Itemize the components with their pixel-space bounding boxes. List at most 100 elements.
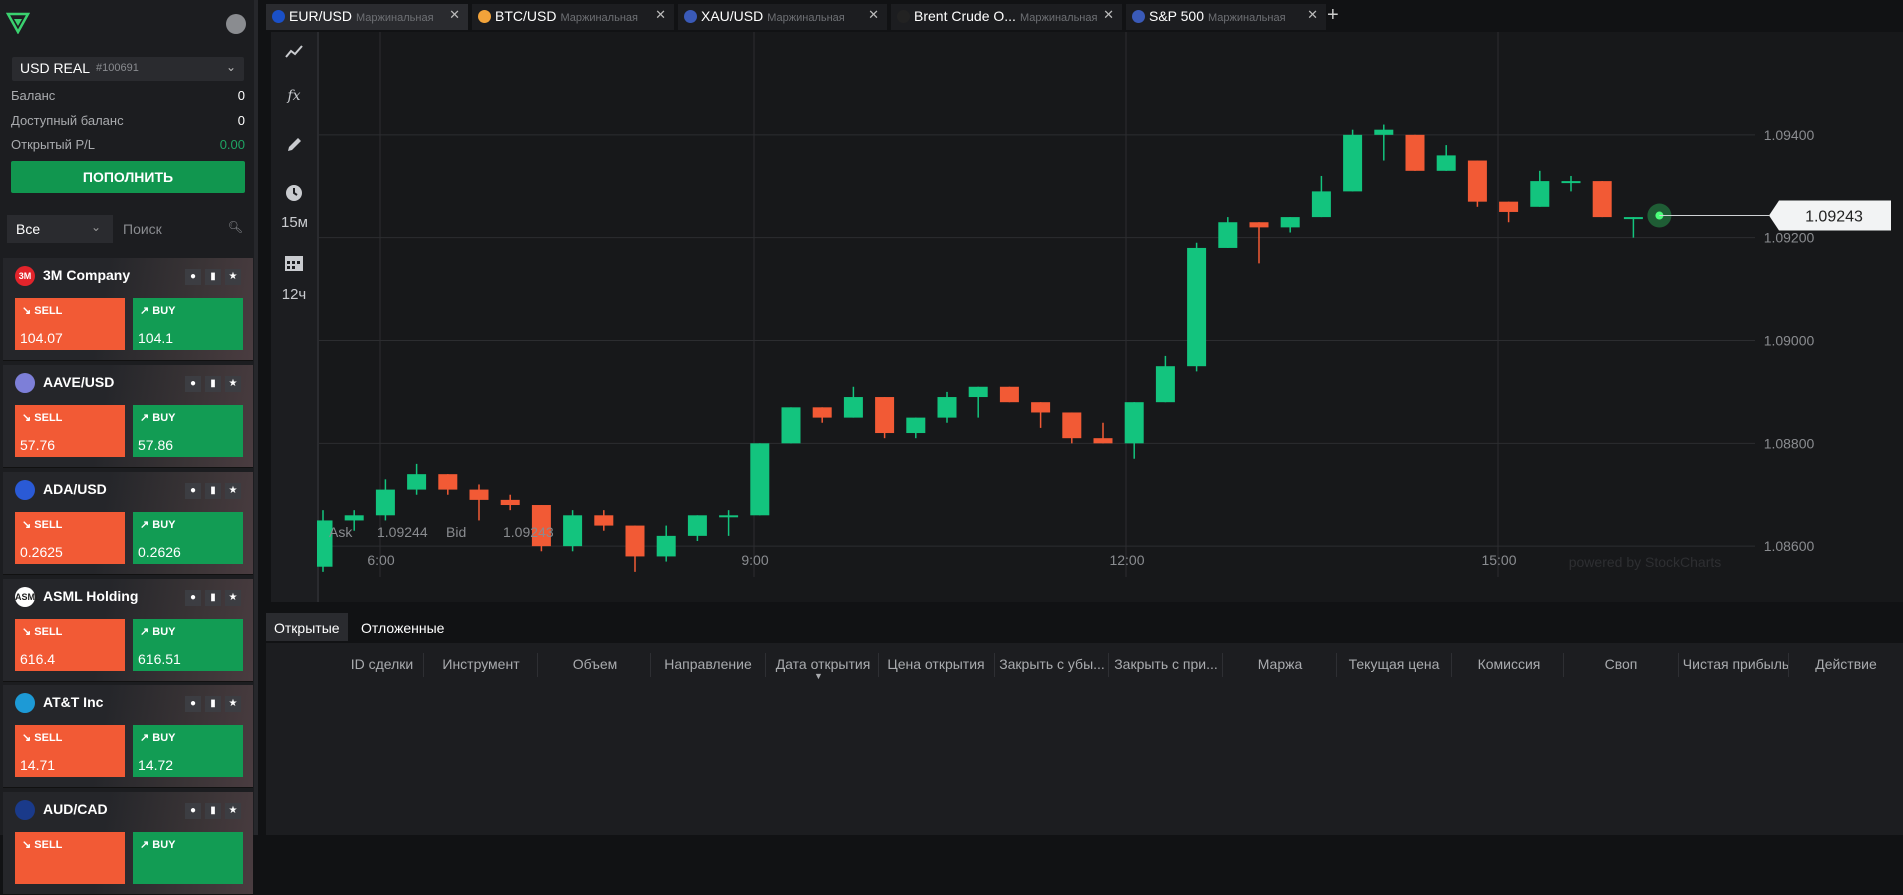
brand-logo-icon[interactable] <box>6 12 30 34</box>
column-header[interactable]: Закрыть с убы... <box>992 656 1112 672</box>
instrument-filter-select[interactable]: Все ⌄ <box>7 215 113 243</box>
buy-button[interactable]: ↗ BUY 616.51 <box>133 619 243 671</box>
column-header[interactable]: Чистая прибыль <box>1676 656 1796 672</box>
buy-button[interactable]: ↗ BUY 14.72 <box>133 725 243 777</box>
instrument-name[interactable]: ADA/USD <box>43 481 107 497</box>
column-header[interactable]: Своп <box>1561 656 1681 672</box>
y-tick-label: 1.08600 <box>1764 538 1815 554</box>
chart-tab[interactable]: BTC/USD Маржинальная ✕ <box>472 4 674 30</box>
star-icon[interactable]: ★ <box>225 376 241 392</box>
search-icon[interactable]: 🔍︎ <box>228 220 243 234</box>
chart-tab[interactable]: S&P 500 Маржинальная ✕ <box>1126 4 1326 30</box>
chart-type-icon[interactable] <box>281 44 307 63</box>
timeframe-15m[interactable]: 15м <box>281 214 308 231</box>
calendar-icon[interactable] <box>281 254 307 275</box>
star-icon[interactable]: ★ <box>225 590 241 606</box>
bar-chart-icon[interactable]: ▮ <box>205 590 221 606</box>
info-icon[interactable]: ● <box>185 590 201 606</box>
buy-button[interactable]: ↗ BUY 57.86 <box>133 405 243 457</box>
instrument-logo-icon <box>15 693 35 713</box>
column-header[interactable]: Цена открытия <box>876 656 996 672</box>
bar-chart-icon[interactable]: ▮ <box>205 803 221 819</box>
column-divider <box>1451 653 1452 677</box>
instrument-name[interactable]: AAVE/USD <box>43 374 114 390</box>
candle-body <box>1592 181 1612 218</box>
info-icon[interactable]: ● <box>185 696 201 712</box>
candle-body <box>625 525 645 557</box>
info-icon[interactable]: ● <box>185 803 201 819</box>
bar-chart-icon[interactable]: ▮ <box>205 269 221 285</box>
bid-label: Bid <box>446 524 466 540</box>
sell-button[interactable]: ↘ SELL 57.76 <box>15 405 125 457</box>
search-input[interactable]: Поиск 🔍︎ <box>117 215 251 243</box>
info-icon[interactable]: ● <box>185 483 201 499</box>
indicators-icon[interactable]: fx <box>281 88 307 104</box>
star-icon[interactable]: ★ <box>225 696 241 712</box>
tab-label: XAU/USD <box>701 8 764 24</box>
close-tab-icon[interactable]: ✕ <box>1103 7 1114 23</box>
column-header[interactable]: Действие <box>1786 656 1903 672</box>
add-tab-icon[interactable]: + <box>1327 4 1339 27</box>
column-header[interactable]: Текущая цена <box>1334 656 1454 672</box>
instrument-card[interactable]: AUD/CAD ● ▮ ★ ↘ SELL ↗ BUY <box>3 792 253 895</box>
instrument-logo-icon <box>15 800 35 820</box>
sell-button[interactable]: ↘ SELL 14.71 <box>15 725 125 777</box>
clock-icon[interactable] <box>281 184 307 205</box>
close-tab-icon[interactable]: ✕ <box>449 7 460 23</box>
sell-button[interactable]: ↘ SELL 0.2625 <box>15 512 125 564</box>
instrument-card[interactable]: AT&T Inc ● ▮ ★ ↘ SELL 14.71 ↗ BUY 14.72 <box>3 685 253 788</box>
bar-chart-icon[interactable]: ▮ <box>205 483 221 499</box>
deposit-button[interactable]: ПОПОЛНИТЬ <box>11 161 245 193</box>
buy-label: ↗ BUY <box>140 411 176 424</box>
instrument-name[interactable]: AT&T Inc <box>43 694 103 710</box>
column-header[interactable]: Закрыть с при... <box>1106 656 1226 672</box>
price-chart[interactable]: 1.08600 1.08800 1.09000 1.09200 1.09400 6:00 9… <box>313 32 1903 602</box>
tab-open-positions[interactable]: Открытые <box>266 613 348 641</box>
bar-chart-icon[interactable]: ▮ <box>205 696 221 712</box>
column-divider <box>537 653 538 677</box>
star-icon[interactable]: ★ <box>225 269 241 285</box>
instrument-name[interactable]: AUD/CAD <box>43 801 108 817</box>
instrument-card[interactable]: 3M 3M Company ● ▮ ★ ↘ SELL 104.07 ↗ BUY 104.1 <box>3 258 253 361</box>
close-tab-icon[interactable]: ✕ <box>655 7 666 23</box>
timeframe-12h[interactable]: 12ч <box>281 286 307 303</box>
user-avatar-icon[interactable] <box>226 14 246 34</box>
chart-tab[interactable]: XAU/USD Маржинальная ✕ <box>678 4 887 30</box>
instrument-card[interactable]: AAVE/USD ● ▮ ★ ↘ SELL 57.76 ↗ BUY 57.86 <box>3 365 253 468</box>
candle-body <box>1561 181 1581 184</box>
sell-button[interactable]: ↘ SELL 616.4 <box>15 619 125 671</box>
instrument-flag-icon <box>897 10 910 23</box>
chart-canvas[interactable]: 1.08600 1.08800 1.09000 1.09200 1.09400 6:00 9… <box>313 32 1903 602</box>
column-header[interactable]: Инструмент <box>421 656 541 672</box>
ask-value: 1.09244 <box>377 524 428 540</box>
instrument-name[interactable]: ASML Holding <box>43 588 138 604</box>
chart-tab[interactable]: Brent Crude O... Маржинальная ✕ <box>891 4 1122 30</box>
info-icon[interactable]: ● <box>185 269 201 285</box>
drawing-pencil-icon[interactable] <box>281 136 307 157</box>
bar-chart-icon[interactable]: ▮ <box>205 376 221 392</box>
column-header[interactable]: Комиссия <box>1449 656 1569 672</box>
chart-tab[interactable]: EUR/USD Маржинальная ✕ <box>266 4 468 30</box>
close-tab-icon[interactable]: ✕ <box>1307 7 1318 23</box>
instrument-name[interactable]: 3M Company <box>43 267 130 283</box>
account-selector[interactable]: USD REAL #100691 ⌄ <box>12 57 244 81</box>
star-icon[interactable]: ★ <box>225 803 241 819</box>
buy-button[interactable]: ↗ BUY 0.2626 <box>133 512 243 564</box>
instrument-card[interactable]: ADA/USD ● ▮ ★ ↘ SELL 0.2625 ↗ BUY 0.2626 <box>3 472 253 575</box>
sell-button[interactable]: ↘ SELL 104.07 <box>15 298 125 350</box>
tab-pending-orders[interactable]: Отложенные <box>353 613 452 641</box>
star-icon[interactable]: ★ <box>225 483 241 499</box>
column-header[interactable]: Направление <box>648 656 768 672</box>
info-icon[interactable]: ● <box>185 376 201 392</box>
buy-button[interactable]: ↗ BUY <box>133 832 243 884</box>
instrument-card[interactable]: ASML ASML Holding ● ▮ ★ ↘ SELL 616.4 ↗ BUY 616.5… <box>3 579 253 682</box>
column-divider <box>1788 653 1789 677</box>
close-tab-icon[interactable]: ✕ <box>868 7 879 23</box>
buy-button[interactable]: ↗ BUY 104.1 <box>133 298 243 350</box>
candle-body <box>1124 402 1144 444</box>
column-header[interactable]: Объем <box>535 656 655 672</box>
column-header[interactable]: Дата открытия <box>763 656 883 672</box>
sell-button[interactable]: ↘ SELL <box>15 832 125 884</box>
column-header[interactable]: Маржа <box>1220 656 1340 672</box>
sort-desc-icon[interactable]: ▼ <box>814 671 823 681</box>
